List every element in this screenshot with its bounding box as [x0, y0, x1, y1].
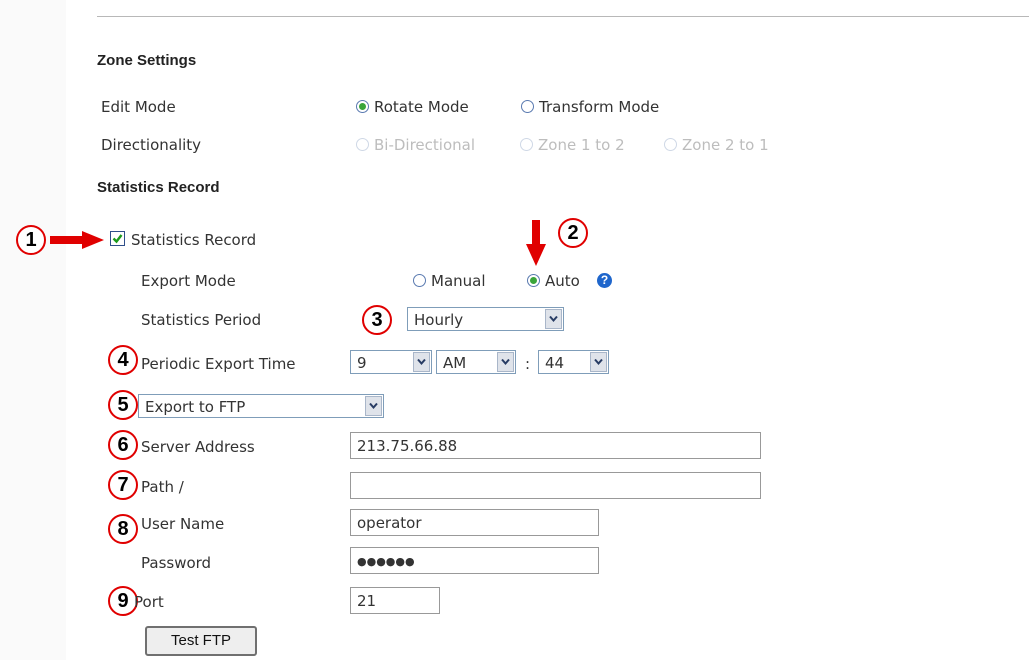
manual-label: Manual: [431, 272, 486, 290]
auto-label: Auto: [545, 272, 580, 290]
statistics-record-checkbox[interactable]: [110, 231, 125, 246]
port-input[interactable]: 21: [350, 587, 440, 614]
edit-mode-label: Edit Mode: [101, 98, 176, 116]
user-name-label: User Name: [141, 515, 225, 533]
arrow-right-icon: [50, 231, 104, 249]
chevron-down-icon: [545, 309, 562, 329]
chevron-down-icon: [497, 352, 514, 372]
bi-directional-label: Bi-Directional: [374, 136, 475, 154]
radio-zone-1-to-2[interactable]: [520, 138, 533, 151]
radio-auto[interactable]: [527, 274, 540, 287]
chevron-down-icon: [413, 352, 430, 372]
left-margin: [0, 0, 66, 660]
export-ampm-value: AM: [443, 354, 467, 372]
server-address-input[interactable]: 213.75.66.88: [350, 432, 761, 459]
path-input[interactable]: [350, 472, 761, 499]
port-value: 21: [357, 592, 377, 610]
radio-rotate-mode[interactable]: [356, 100, 369, 113]
server-address-value: 213.75.66.88: [357, 437, 458, 455]
callout-7: 7: [108, 470, 138, 500]
time-separator: :: [525, 355, 531, 373]
transform-mode-label: Transform Mode: [539, 98, 660, 116]
export-minute-value: 44: [545, 354, 565, 372]
divider: [97, 16, 1029, 17]
checkmark-icon: [112, 234, 123, 244]
directionality-label: Directionality: [101, 136, 202, 154]
chevron-down-icon: [590, 352, 607, 372]
password-input[interactable]: ●●●●●●: [350, 547, 599, 574]
port-label: Port: [134, 593, 164, 611]
statistics-period-value: Hourly: [414, 311, 464, 329]
zone-2-to-1-label: Zone 2 to 1: [682, 136, 769, 154]
chevron-down-icon: [365, 396, 382, 416]
statistics-record-label: Statistics Record: [131, 231, 257, 249]
export-target-value: Export to FTP: [145, 398, 246, 416]
callout-3: 3: [362, 305, 392, 335]
server-address-label: Server Address: [141, 438, 255, 456]
radio-manual[interactable]: [413, 274, 426, 287]
export-minute-select[interactable]: 44: [538, 350, 609, 374]
statistics-period-select[interactable]: Hourly: [407, 307, 564, 331]
callout-5: 5: [108, 390, 138, 420]
statistics-period-label: Statistics Period: [141, 311, 262, 329]
export-target-select[interactable]: Export to FTP: [138, 394, 384, 418]
path-label: Path /: [141, 478, 184, 496]
test-ftp-button[interactable]: Test FTP: [145, 626, 257, 656]
export-hour-value: 9: [357, 354, 367, 372]
section-title-statistics-record: Statistics Record: [97, 179, 220, 196]
question-icon[interactable]: ?: [597, 273, 612, 288]
callout-1: 1: [16, 225, 46, 255]
zone-1-to-2-label: Zone 1 to 2: [538, 136, 625, 154]
radio-bi-directional[interactable]: [356, 138, 369, 151]
export-ampm-select[interactable]: AM: [436, 350, 516, 374]
export-hour-select[interactable]: 9: [350, 350, 432, 374]
arrow-down-icon: [526, 220, 546, 266]
radio-transform-mode[interactable]: [521, 100, 534, 113]
callout-6: 6: [108, 430, 138, 460]
section-title-zone-settings: Zone Settings: [97, 52, 197, 69]
rotate-mode-label: Rotate Mode: [374, 98, 469, 116]
callout-2: 2: [558, 218, 588, 248]
password-value: ●●●●●●: [357, 555, 415, 568]
export-mode-label: Export Mode: [141, 272, 236, 290]
user-name-value: operator: [357, 514, 422, 532]
user-name-input[interactable]: operator: [350, 509, 599, 536]
radio-zone-2-to-1[interactable]: [664, 138, 677, 151]
callout-4: 4: [108, 345, 138, 375]
password-label: Password: [141, 554, 212, 572]
periodic-export-time-label: Periodic Export Time: [141, 355, 296, 373]
callout-8: 8: [108, 514, 138, 544]
